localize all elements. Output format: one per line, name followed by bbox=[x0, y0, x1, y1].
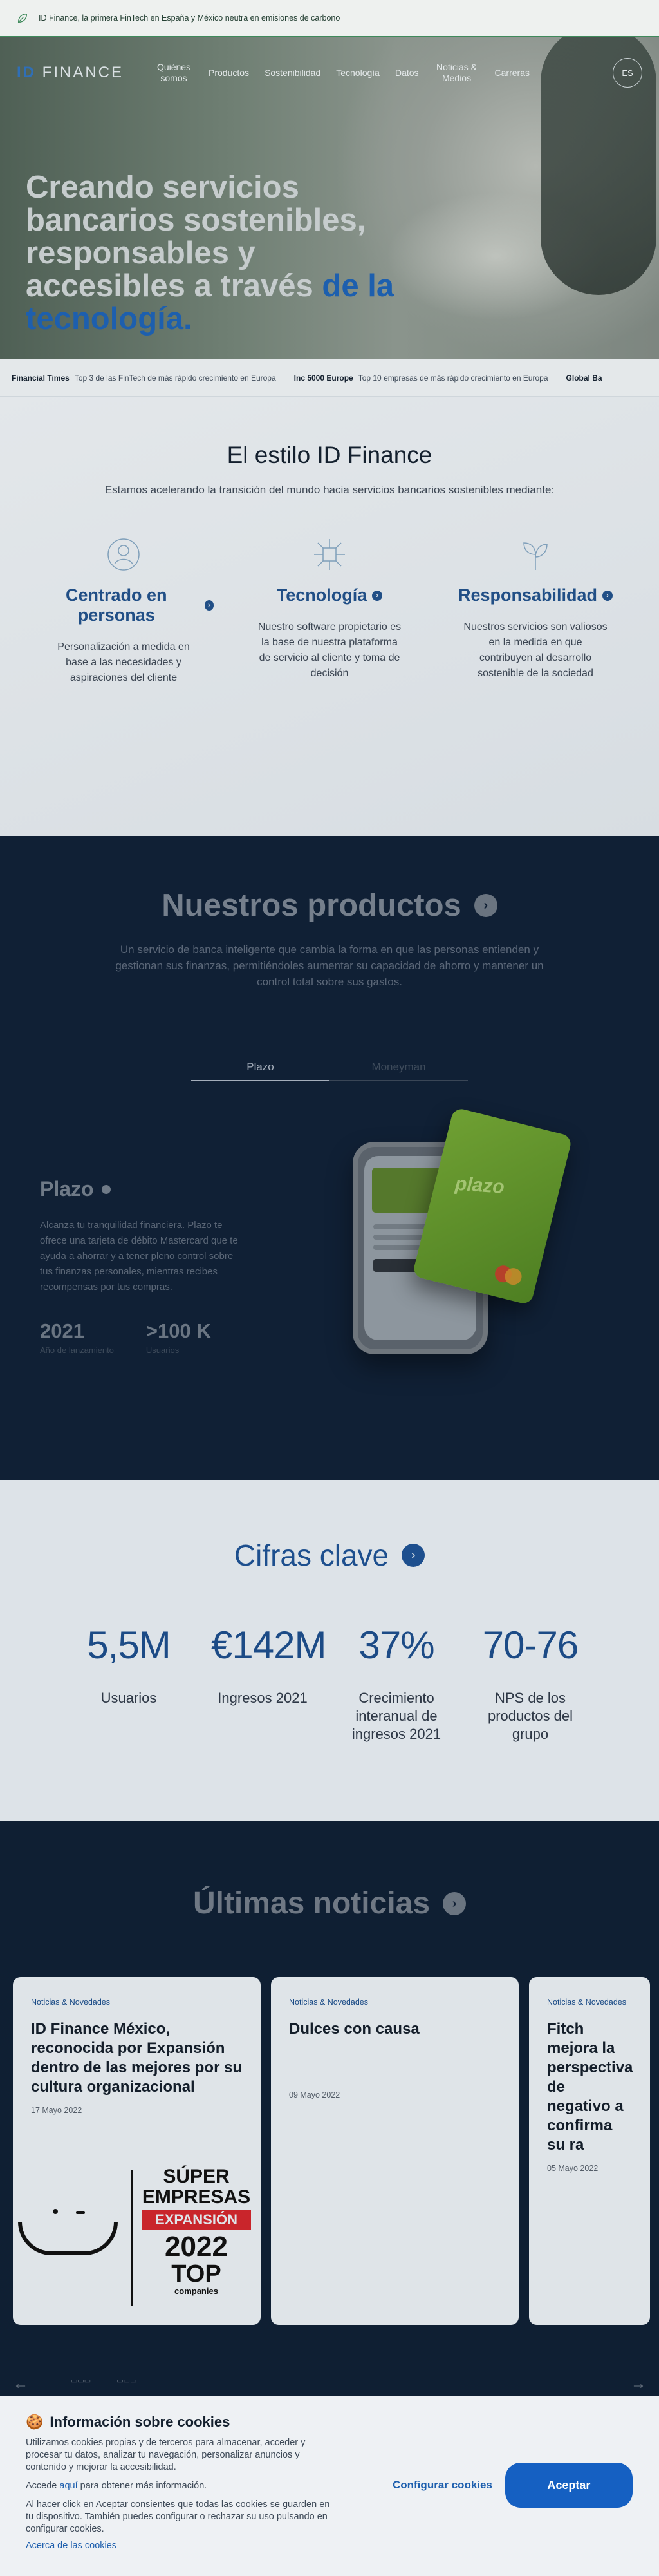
cookie-text: Al hacer click en Aceptar consientes que… bbox=[26, 2499, 330, 2534]
section-title[interactable]: Últimas noticias › bbox=[0, 1886, 659, 1921]
announcement-bar: ID Finance, la primera FinTech en España… bbox=[0, 0, 659, 37]
product-title[interactable]: Plazo bbox=[40, 1177, 246, 1201]
partner-logo: ▭▭▭ bbox=[71, 2377, 91, 2385]
hero-title: Creando servicios bancarios sostenibles,… bbox=[26, 170, 394, 336]
tab-plazo[interactable]: Plazo bbox=[191, 1061, 330, 1081]
pillar-text: Nuestro software propietario es la base … bbox=[257, 621, 402, 679]
nav-item-noticias[interactable]: Noticias & Medios bbox=[434, 62, 479, 84]
nav-item-datos[interactable]: Datos bbox=[395, 68, 419, 79]
product-description: Alcanza tu tranquilidad financiera. Plaz… bbox=[40, 1220, 238, 1293]
news-title[interactable]: ID Finance México, reconocida por Expans… bbox=[31, 2020, 243, 2097]
expansion-badge-image: SÚPER EMPRESAS EXPANSIÓN 2022 TOP compan… bbox=[13, 2157, 261, 2318]
nav-item-productos[interactable]: Productos bbox=[209, 68, 249, 79]
arrow-icon[interactable]: › bbox=[402, 1544, 425, 1567]
product-stat: >100 K Usuarios bbox=[145, 1320, 211, 1355]
kpi: 5,5M Usuarios bbox=[87, 1624, 171, 1706]
pillar-title[interactable]: Tecnología › bbox=[239, 585, 420, 605]
nav-item-tecnologia[interactable]: Tecnología bbox=[336, 68, 380, 79]
cookie-text: Utilizamos cookies propias y de terceros… bbox=[26, 2438, 306, 2472]
arrow-icon[interactable]: › bbox=[443, 1891, 467, 1915]
section-subtitle: Un servicio de banca inteligente que cam… bbox=[115, 943, 544, 988]
estilo-section: El estilo ID Finance Estamos acelerando … bbox=[0, 397, 659, 836]
pillar-text: Personalización a medida en base a las n… bbox=[57, 641, 190, 683]
plazo-card-image: plazo bbox=[412, 1107, 573, 1305]
ticker-item: Financial Times Top 3 de las FinTech de m… bbox=[12, 373, 276, 383]
kpi: 70-76 NPS de los productos del grupo bbox=[482, 1624, 579, 1742]
nav-item-quienes-somos[interactable]: Quiénes somos bbox=[154, 62, 193, 84]
network-icon bbox=[310, 535, 349, 574]
press-ticker: Financial Times Top 3 de las FinTech de m… bbox=[0, 359, 659, 397]
cookie-text: Accede aquí para obtener más información… bbox=[26, 2481, 207, 2491]
arrow-left-icon[interactable]: ← bbox=[13, 2375, 28, 2393]
pillar-title[interactable]: Centrado en personas › bbox=[33, 585, 214, 625]
partner-logo: ▭▭▭ bbox=[116, 2377, 137, 2385]
cifras-section: Cifras clave › 5,5M Usuarios €142M Ingresos… bbox=[0, 1480, 659, 1821]
section-title: El estilo ID Finance bbox=[227, 442, 432, 468]
kpi: 37% Crecimiento interanual de ingresos 20… bbox=[351, 1624, 441, 1742]
cookie-icon: 🍪 bbox=[26, 2414, 44, 2430]
pillar-text: Nuestros servicios son valiosos en la me… bbox=[463, 621, 608, 679]
announcement-text[interactable]: ID Finance, la primera FinTech en España… bbox=[39, 14, 340, 23]
cookie-banner: 🍪 Información sobre cookies Utilizamos co… bbox=[0, 2396, 659, 2576]
news-title[interactable]: Fitch mejora la perspectiva de negativo … bbox=[547, 2020, 633, 2155]
news-card[interactable]: Noticias & Novedades ID Finance México, … bbox=[13, 1977, 261, 2325]
news-category[interactable]: Noticias & Novedades bbox=[289, 1998, 501, 2007]
product-detail: Plazo Alcanza tu tranquilidad financiera… bbox=[40, 1177, 246, 1355]
arrow-icon[interactable]: › bbox=[372, 590, 383, 601]
arrow-right-icon[interactable]: → bbox=[631, 2375, 646, 2393]
nav-item-carreras[interactable]: Carreras bbox=[495, 68, 530, 79]
arrow-icon[interactable]: › bbox=[602, 590, 613, 601]
cookie-about-link[interactable]: Acerca de las cookies bbox=[26, 2541, 633, 2551]
news-category[interactable]: Noticias & Novedades bbox=[31, 1998, 243, 2007]
accept-cookies-button[interactable]: Aceptar bbox=[505, 2463, 633, 2508]
product-tabs: Plazo Moneyman bbox=[0, 1061, 659, 1081]
arrow-icon[interactable]: › bbox=[474, 894, 497, 917]
news-card[interactable]: Noticias & Novedades Dulces con causa 09… bbox=[271, 1977, 519, 2325]
language-selector[interactable]: ES bbox=[613, 58, 642, 88]
configure-cookies-button[interactable]: Configurar cookies bbox=[386, 2479, 499, 2492]
ticker-item: Global Ba bbox=[566, 373, 602, 383]
section-title[interactable]: Cifras clave › bbox=[0, 1538, 659, 1573]
ticker-item: Inc 5000 Europe Top 10 empresas de más rá… bbox=[293, 373, 548, 383]
kpi: €142M Ingresos 2021 bbox=[211, 1624, 326, 1706]
pillar-title[interactable]: Responsabilidad › bbox=[445, 585, 626, 605]
news-date: 17 Mayo 2022 bbox=[31, 2106, 82, 2115]
news-card[interactable]: Noticias & Novedades Fitch mejora la per… bbox=[529, 1977, 650, 2325]
main-nav: ID FINANCE Quiénes somos Productos Soste… bbox=[0, 37, 659, 108]
pillar-tecnologia: Tecnología › Nuestro software propietario… bbox=[239, 535, 420, 686]
section-subtitle: Estamos acelerando la transición del mun… bbox=[104, 484, 555, 496]
arrow-icon[interactable]: › bbox=[204, 600, 214, 611]
cookie-title: 🍪 Información sobre cookies bbox=[26, 2414, 230, 2430]
nav-item-sostenibilidad[interactable]: Sostenibilidad bbox=[265, 68, 320, 79]
productos-section: Nuestros productos › Un servicio de banca… bbox=[0, 836, 659, 1480]
logo[interactable]: ID FINANCE bbox=[17, 64, 124, 82]
pillar-personas: Centrado en personas › Personalización a … bbox=[33, 535, 214, 686]
news-title[interactable]: Dulces con causa bbox=[289, 2020, 501, 2039]
news-date: 09 Mayo 2022 bbox=[289, 2090, 340, 2099]
product-stat: 2021 Año de lanzamiento bbox=[40, 1320, 114, 1355]
sprout-icon bbox=[516, 535, 555, 574]
news-category[interactable]: Noticias & Novedades bbox=[547, 1998, 632, 2007]
info-icon[interactable] bbox=[101, 1184, 111, 1194]
mastercard-icon bbox=[493, 1264, 524, 1287]
pillar-responsabilidad: Responsabilidad › Nuestros servicios son … bbox=[445, 535, 626, 686]
news-date: 05 Mayo 2022 bbox=[547, 2164, 599, 2173]
leaf-icon bbox=[17, 13, 28, 23]
hero-section: ID FINANCE Quiénes somos Productos Soste… bbox=[0, 37, 659, 359]
section-title[interactable]: Nuestros productos › bbox=[0, 887, 659, 923]
tab-moneyman[interactable]: Moneyman bbox=[330, 1061, 468, 1081]
cookie-more-link[interactable]: aquí bbox=[59, 2481, 77, 2491]
person-icon bbox=[104, 535, 143, 574]
